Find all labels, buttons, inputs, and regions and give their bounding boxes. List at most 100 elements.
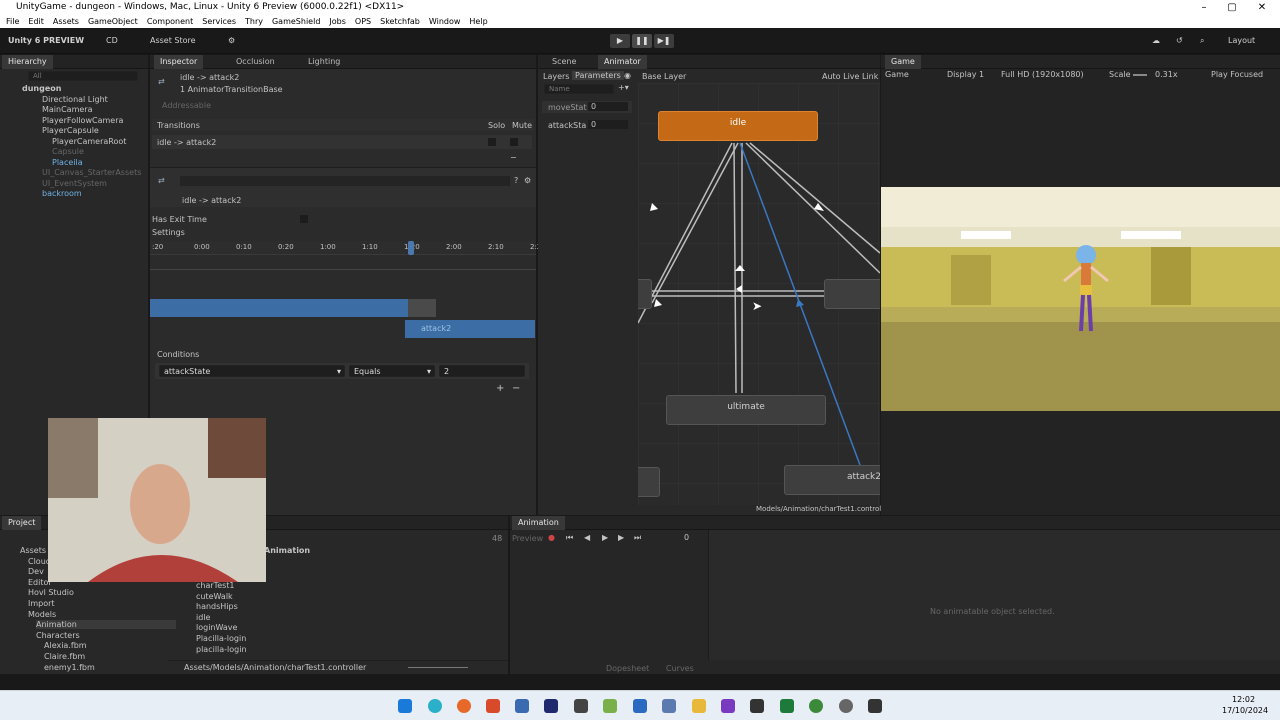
folder-item[interactable]: enemy1.fbm bbox=[44, 663, 95, 672]
chrome-icon[interactable] bbox=[839, 699, 853, 713]
hierarchy-item[interactable]: Capsule bbox=[52, 147, 84, 157]
search-icon[interactable] bbox=[428, 699, 442, 713]
menu-item[interactable]: Services bbox=[202, 15, 236, 28]
condition-param-dropdown[interactable]: attackState ▾ bbox=[159, 365, 345, 377]
tab-animator[interactable]: Animator bbox=[598, 55, 647, 69]
hierarchy-item[interactable]: PlayerCameraRoot bbox=[52, 137, 126, 147]
file-item[interactable]: Placilla-login bbox=[196, 634, 246, 643]
timeline-playhead[interactable] bbox=[408, 241, 414, 255]
dopesheet-tab[interactable]: Dopesheet bbox=[606, 664, 649, 673]
app-icon[interactable] bbox=[515, 699, 529, 713]
clock-date[interactable]: 17/10/2024 bbox=[1222, 706, 1268, 715]
folder-item[interactable]: Dev bbox=[28, 567, 44, 576]
attack2-clip-bar[interactable]: attack2 bbox=[405, 320, 535, 338]
condition-op-dropdown[interactable]: Equals ▾ bbox=[349, 365, 435, 377]
unity-icon[interactable] bbox=[868, 699, 882, 713]
file-item[interactable]: handsHips bbox=[196, 602, 238, 611]
preview-button[interactable]: Preview bbox=[512, 534, 543, 543]
solo-checkbox[interactable] bbox=[488, 138, 496, 146]
first-frame-icon[interactable]: ⏮ bbox=[566, 533, 573, 543]
app-icon[interactable] bbox=[750, 699, 764, 713]
menu-item[interactable]: OPS bbox=[355, 15, 371, 28]
remove-condition-button[interactable]: − bbox=[512, 383, 520, 394]
state-node-idle[interactable]: idle bbox=[658, 111, 818, 141]
state-node-left[interactable] bbox=[638, 279, 652, 309]
next-frame-icon[interactable]: ▶ bbox=[618, 533, 624, 542]
hierarchy-item[interactable]: Directional Light bbox=[42, 95, 108, 105]
settings-icon[interactable]: ⚙ bbox=[228, 36, 235, 45]
tab-layers[interactable]: Layers bbox=[543, 72, 569, 81]
idle-clip-bar[interactable] bbox=[150, 299, 436, 317]
minimize-icon[interactable]: – bbox=[1190, 0, 1218, 15]
parameter-row[interactable]: moveStat 0 bbox=[542, 101, 632, 113]
hierarchy-item[interactable]: dungeon bbox=[22, 84, 61, 94]
file-item[interactable]: placilla-login bbox=[196, 645, 247, 654]
menu-item[interactable]: Help bbox=[469, 15, 487, 28]
folder-item[interactable]: Import bbox=[28, 599, 55, 608]
calculator-icon[interactable] bbox=[633, 699, 647, 713]
condition-value-input[interactable]: 2 bbox=[439, 365, 525, 377]
visual-studio-icon[interactable] bbox=[721, 699, 735, 713]
mute-checkbox[interactable] bbox=[510, 138, 518, 146]
game-view[interactable] bbox=[881, 187, 1280, 411]
pause-button[interactable]: ❚❚ bbox=[632, 34, 652, 48]
state-node-bottom-left[interactable] bbox=[638, 467, 660, 497]
auto-live-link-button[interactable]: Auto Live Link bbox=[822, 72, 878, 81]
step-button[interactable]: ▶❚ bbox=[654, 34, 674, 48]
folder-item[interactable]: Animation bbox=[36, 620, 176, 630]
parameter-row[interactable]: attackSta 0 bbox=[542, 119, 632, 131]
tab-animation[interactable]: Animation bbox=[512, 516, 565, 530]
help-icon[interactable]: ? bbox=[514, 176, 518, 185]
animation-timeline[interactable] bbox=[708, 530, 1280, 660]
zoom-slider[interactable] bbox=[408, 667, 468, 668]
hierarchy-item[interactable]: UI_Canvas_StarterAssets bbox=[42, 168, 141, 178]
game-mode-dropdown[interactable]: Game bbox=[885, 69, 909, 81]
history-icon[interactable]: ↺ bbox=[1176, 36, 1183, 45]
state-node-attack2[interactable]: attack2 bbox=[784, 465, 880, 495]
tab-inspector[interactable]: Inspector bbox=[154, 55, 204, 69]
search-icon[interactable]: ⌕ bbox=[1200, 36, 1204, 46]
folder-item[interactable]: Hovl Studio bbox=[28, 588, 74, 597]
play-button[interactable]: ▶ bbox=[610, 34, 630, 48]
folder-item[interactable]: Models bbox=[28, 610, 56, 619]
folder-item[interactable]: Assets bbox=[20, 546, 46, 555]
settings-foldout[interactable]: Settings bbox=[152, 228, 185, 237]
scale-slider[interactable] bbox=[1133, 74, 1147, 76]
windows-start-icon[interactable] bbox=[398, 699, 412, 713]
file-item[interactable]: loginWave bbox=[196, 623, 237, 632]
hierarchy-item[interactable]: backroom bbox=[42, 189, 82, 199]
folder-item[interactable]: Characters bbox=[36, 631, 80, 640]
has-exit-time-checkbox[interactable] bbox=[300, 215, 308, 223]
firefox-icon[interactable] bbox=[457, 699, 471, 713]
tab-game[interactable]: Game bbox=[885, 55, 921, 69]
add-parameter-button[interactable]: +▾ bbox=[618, 83, 629, 92]
close-icon[interactable]: ✕ bbox=[1248, 0, 1276, 15]
tab-project[interactable]: Project bbox=[2, 516, 42, 530]
maximize-icon[interactable]: ▢ bbox=[1218, 0, 1246, 15]
app-icon[interactable] bbox=[809, 699, 823, 713]
display-dropdown[interactable]: Display 1 bbox=[947, 69, 984, 81]
menu-item[interactable]: Component bbox=[147, 15, 193, 28]
prev-frame-icon[interactable]: ◀ bbox=[584, 533, 590, 542]
tab-lighting[interactable]: Lighting bbox=[302, 55, 346, 69]
last-frame-icon[interactable]: ⏭ bbox=[634, 533, 641, 543]
state-node-ultimate[interactable]: ultimate bbox=[666, 395, 826, 425]
file-item[interactable]: charTest1 bbox=[196, 581, 235, 590]
transition-row[interactable]: idle -> attack2 bbox=[152, 135, 532, 149]
settings-icon[interactable] bbox=[662, 699, 676, 713]
parameter-search-input[interactable]: Name bbox=[544, 84, 614, 94]
name-field[interactable] bbox=[180, 176, 510, 186]
clock-time[interactable]: 12:02 bbox=[1232, 695, 1255, 704]
frame-field[interactable]: 0 bbox=[684, 533, 689, 542]
folder-item[interactable]: Claire.fbm bbox=[44, 652, 85, 661]
tab-hierarchy[interactable]: Hierarchy bbox=[2, 55, 53, 69]
hierarchy-item[interactable]: Placeila bbox=[52, 158, 83, 168]
menu-item[interactable]: GameObject bbox=[88, 15, 138, 28]
menu-item[interactable]: Jobs bbox=[329, 15, 346, 28]
folder-item[interactable]: Alexia.fbm bbox=[44, 641, 87, 650]
remove-transition-button[interactable]: − bbox=[510, 153, 517, 162]
asset-store-button[interactable]: Asset Store bbox=[150, 36, 196, 45]
hierarchy-search-input[interactable]: All bbox=[28, 71, 138, 81]
menu-item[interactable]: Assets bbox=[53, 15, 79, 28]
file-item[interactable]: cuteWalk bbox=[196, 592, 233, 601]
